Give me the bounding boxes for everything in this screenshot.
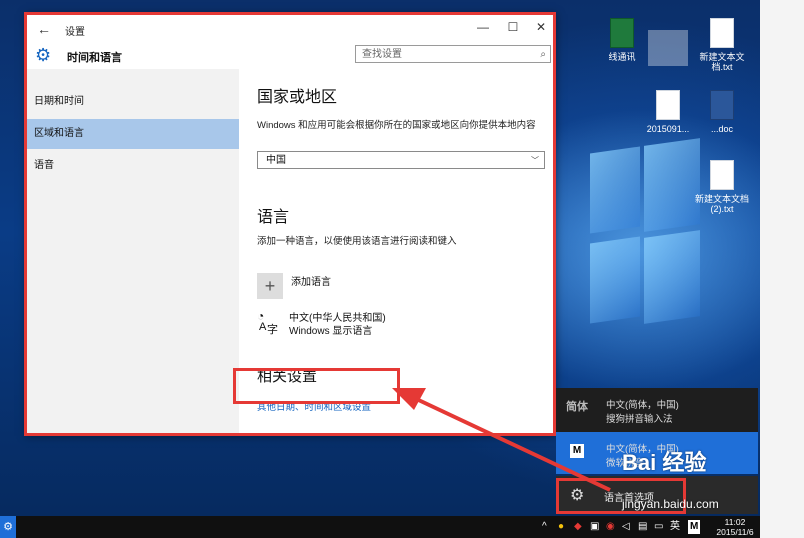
message-icon[interactable]: ▭ [654,519,663,535]
tray-printer-icon[interactable]: ▣ [590,519,599,535]
page-margin-strip [760,0,804,538]
watermark: Bai 经验 jingyan.baidu.com [622,445,719,511]
watermark-brand: Bai 经验 [622,450,707,475]
watermark-url: jingyan.baidu.com [622,497,719,511]
ime-mode-indicator[interactable]: 英 [670,519,680,535]
chevron-up-icon[interactable]: ^ [542,519,547,535]
taskbar-clock[interactable]: 11:02 2015/11/6 [708,517,762,537]
ime-m-indicator[interactable]: M [688,520,701,534]
network-icon[interactable]: ▤ [638,519,647,535]
start-gear-icon[interactable]: ⚙ [0,516,16,538]
tray-network-icon[interactable]: ◉ [606,519,615,535]
clock-date: 2015/11/6 [716,527,754,537]
tray-app-icon[interactable]: ● [558,519,564,535]
tray-security-icon[interactable]: ◆ [574,519,582,535]
taskbar: ⚙ ^ ● ◆ ▣ ◉ ◁ ▤ ▭ 英 M 11:02 2015/11/6 [0,516,804,538]
clock-time: 11:02 [724,517,746,527]
volume-icon[interactable]: ◁ [622,519,630,535]
